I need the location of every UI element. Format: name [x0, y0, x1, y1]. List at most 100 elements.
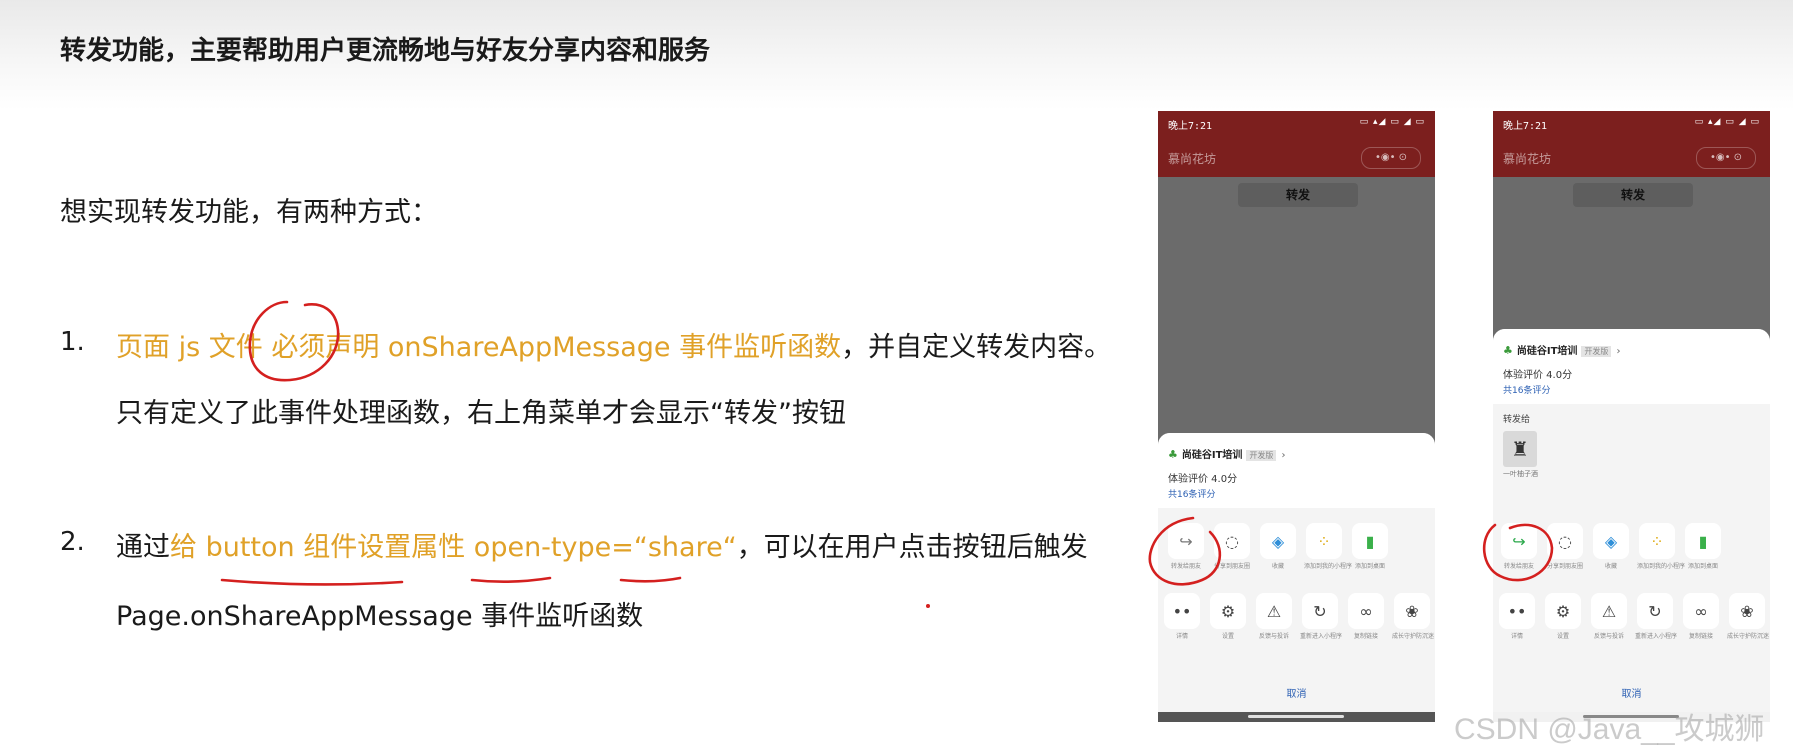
link-icon: ∞	[1348, 593, 1384, 629]
more-actions-row: •• 详情 ⚙ 设置 ⚠ 反馈与投诉 ↻ 重新进入小程序 ∞ 复制链接 ❀ 成长守护防沉迷	[1158, 593, 1435, 663]
contact-name: 一叶柚子酒	[1503, 470, 1538, 478]
forward-to-friend-button[interactable]: ↪ 转发给朋友	[1499, 523, 1539, 571]
nav-bar: 慕尚花坊 •◉• ⊙	[1158, 139, 1435, 177]
underline-annotation-3	[619, 576, 682, 583]
item-2-line-2: Page.onShareAppMessage 事件监听函数	[116, 601, 644, 632]
app-tag: 开发版	[1581, 346, 1612, 357]
page-forward-button[interactable]: 转发	[1573, 183, 1693, 207]
cube-icon: ◈	[1593, 523, 1629, 559]
recent-contact[interactable]: ♜ 一叶柚子酒	[1493, 425, 1770, 479]
guardian-button[interactable]: ❀ 成长守护防沉迷	[1392, 593, 1434, 641]
page-forward-button[interactable]: 转发	[1238, 183, 1358, 207]
settings-button[interactable]: ⚙ 设置	[1543, 593, 1583, 641]
status-time: 晚上7:21	[1503, 121, 1548, 132]
item-2-prefix: 通过	[116, 532, 170, 563]
share-actions-row: ↪ 转发给朋友 ◌ 分享到朋友圈 ◈ 收藏 ⁘ 添加到我的小程序 ▮ 添加到桌面	[1493, 523, 1770, 593]
app-rating: 体验评价 4.0分	[1168, 474, 1238, 485]
app-name: 尚硅谷IT培训	[1516, 346, 1578, 357]
reenter-button[interactable]: ↻ 重新进入小程序	[1635, 593, 1677, 641]
desktop-icon: ▮	[1685, 523, 1721, 559]
desktop-icon: ▮	[1352, 523, 1388, 559]
cube-icon: ◈	[1260, 523, 1296, 559]
underline-annotation-1	[220, 578, 404, 586]
share-arrow-icon: ↪	[1168, 523, 1204, 559]
page-heading: 转发功能，主要帮助用户更流畅地与好友分享内容和服务	[60, 36, 711, 66]
link-icon: ∞	[1683, 593, 1719, 629]
loading-icon: ◌	[1547, 523, 1583, 559]
status-time: 晚上7:21	[1168, 121, 1213, 132]
loading-icon: ◌	[1214, 523, 1250, 559]
reenter-button[interactable]: ↻ 重新进入小程序	[1300, 593, 1342, 641]
add-to-desktop-button[interactable]: ▮ 添加到桌面	[1350, 523, 1390, 571]
more-actions-row: •• 详情 ⚙ 设置 ⚠ 反馈与投诉 ↻ 重新进入小程序 ∞ 复制链接 ❀ 成长守护防沉迷	[1493, 593, 1770, 663]
intro-text: 想实现转发功能，有两种方式：	[60, 197, 438, 228]
copy-link-button[interactable]: ∞ 复制链接	[1346, 593, 1386, 641]
warning-icon: ⚠	[1256, 593, 1292, 629]
csdn-watermark: CSDN @Java__攻城狮	[1454, 713, 1765, 746]
mini-program-title: 慕尚花坊	[1168, 152, 1217, 166]
feedback-button[interactable]: ⚠ 反馈与投诉	[1254, 593, 1294, 641]
red-dot-mark	[926, 604, 930, 608]
forward-to-label: 转发给	[1503, 415, 1531, 425]
share-moments-button[interactable]: ◌ 分享到朋友圈	[1212, 523, 1252, 571]
nav-bar: 慕尚花坊 •◉• ⊙	[1493, 139, 1770, 177]
warning-icon: ⚠	[1591, 593, 1627, 629]
system-icons: ▭ ▴◢ ▭ ◢ ▭	[1694, 117, 1760, 127]
details-button[interactable]: •• 详情	[1497, 593, 1537, 641]
add-my-mini-program-button[interactable]: ⁘ 添加到我的小程序	[1637, 523, 1685, 571]
add-to-desktop-button[interactable]: ▮ 添加到桌面	[1683, 523, 1723, 571]
grid-icon: ⁘	[1306, 523, 1342, 559]
status-bar: 晚上7:21 ▭ ▴◢ ▭ ◢ ▭	[1158, 111, 1435, 139]
item-1-rest: ，并自定义转发内容。	[841, 332, 1112, 363]
underline-annotation-2	[470, 576, 552, 584]
item-1-line-2: 只有定义了此事件处理函数，右上角菜单才会显示“转发”按钮	[116, 398, 846, 429]
gear-icon: ⚙	[1210, 593, 1246, 629]
share-sheet: ♣ 尚硅谷IT培训 开发版 › 体验评价 4.0分 共16条评分 ↪ 转发给朋友 ◌ 分…	[1158, 433, 1435, 722]
copy-link-button[interactable]: ∞ 复制链接	[1681, 593, 1721, 641]
app-info-card: ♣ 尚硅谷IT培训 开发版 › 体验评价 4.0分 共16条评分	[1493, 329, 1770, 404]
grid-icon: ⁘	[1639, 523, 1675, 559]
cancel-button[interactable]: 取消	[1158, 685, 1435, 700]
guardian-button[interactable]: ❀ 成长守护防沉迷	[1727, 593, 1769, 641]
item-2-highlight: 给 button 组件设置属性 open-type=“share“	[170, 532, 737, 563]
capsule-menu-button[interactable]: •◉• ⊙	[1361, 147, 1421, 169]
chevron-right-icon: ›	[1616, 346, 1621, 357]
app-reviews[interactable]: 共16条评分	[1168, 487, 1425, 500]
share-moments-button[interactable]: ◌ 分享到朋友圈	[1545, 523, 1585, 571]
app-logo-icon: ♣	[1168, 448, 1178, 461]
gear-icon: ⚙	[1545, 593, 1581, 629]
item-1-line-1: 页面 js 文件 必须声明 onShareAppMessage 事件监听函数，并…	[116, 325, 1111, 364]
app-reviews[interactable]: 共16条评分	[1503, 383, 1760, 396]
favorite-button[interactable]: ◈ 收藏	[1258, 523, 1298, 571]
favorite-button[interactable]: ◈ 收藏	[1591, 523, 1631, 571]
item-2-rest: ，可以在用户点击按钮后触发	[736, 532, 1088, 563]
item-2-line-1: 通过给 button 组件设置属性 open-type=“share“，可以在用…	[116, 525, 1088, 564]
share-sheet: ♣ 尚硅谷IT培训 开发版 › 体验评价 4.0分 共16条评分 转发给 ♜ 一叶柚…	[1493, 329, 1770, 722]
forward-to-friend-button[interactable]: ↪ 转发给朋友	[1166, 523, 1206, 571]
app-rating: 体验评价 4.0分	[1503, 370, 1573, 381]
app-info-card: ♣ 尚硅谷IT培训 开发版 › 体验评价 4.0分 共16条评分	[1158, 433, 1435, 508]
cancel-button[interactable]: 取消	[1493, 685, 1770, 700]
item-1-number: 1.	[60, 327, 85, 357]
details-button[interactable]: •• 详情	[1162, 593, 1202, 641]
settings-button[interactable]: ⚙ 设置	[1208, 593, 1248, 641]
add-my-mini-program-button[interactable]: ⁘ 添加到我的小程序	[1304, 523, 1352, 571]
reload-icon: ↻	[1637, 593, 1673, 629]
sprout-icon: ❀	[1729, 593, 1765, 629]
feedback-button[interactable]: ⚠ 反馈与投诉	[1589, 593, 1629, 641]
phone-mockup-right: 晚上7:21 ▭ ▴◢ ▭ ◢ ▭ 慕尚花坊 •◉• ⊙ 转发 ♣ 尚硅谷IT培训…	[1493, 111, 1770, 722]
share-actions-row: ↪ 转发给朋友 ◌ 分享到朋友圈 ◈ 收藏 ⁘ 添加到我的小程序 ▮ 添加到桌面	[1158, 523, 1435, 593]
phone-mockup-left: 晚上7:21 ▭ ▴◢ ▭ ◢ ▭ 慕尚花坊 •◉• ⊙ 转发 ♣ 尚硅谷IT培训…	[1158, 111, 1435, 722]
reload-icon: ↻	[1302, 593, 1338, 629]
capsule-menu-button[interactable]: •◉• ⊙	[1696, 147, 1756, 169]
item-1-highlight: 页面 js 文件 必须声明 onShareAppMessage 事件监听函数	[116, 332, 842, 363]
share-arrow-icon: ↪	[1501, 523, 1537, 559]
more-icon: ••	[1164, 593, 1200, 629]
system-icons: ▭ ▴◢ ▭ ◢ ▭	[1359, 117, 1425, 127]
mini-program-title: 慕尚花坊	[1503, 152, 1552, 166]
sprout-icon: ❀	[1394, 593, 1430, 629]
chevron-right-icon: ›	[1281, 450, 1286, 461]
app-name: 尚硅谷IT培训	[1181, 450, 1243, 461]
app-logo-icon: ♣	[1503, 344, 1513, 357]
contact-avatar: ♜	[1503, 431, 1537, 467]
